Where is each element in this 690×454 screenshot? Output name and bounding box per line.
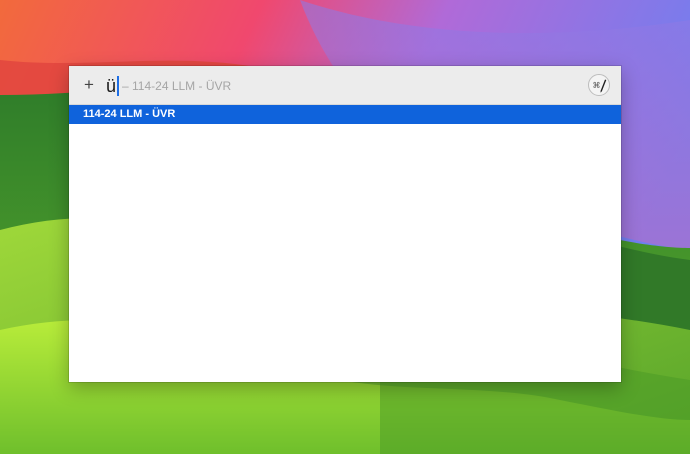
shortcut-key-icon[interactable]: ⌘ [587, 73, 611, 97]
search-query-text: ü [106, 75, 117, 96]
quick-entry-panel: + ü – 114-24 LLM - ÜVR ⌘ 114-24 LLM - ÜV… [69, 66, 621, 382]
search-input[interactable]: ü – 114-24 LLM - ÜVR [106, 74, 231, 98]
autocomplete-suggestion: – 114-24 LLM - ÜVR [122, 79, 232, 93]
svg-text:⌘: ⌘ [593, 81, 601, 90]
search-bar: + ü – 114-24 LLM - ÜVR ⌘ [69, 66, 621, 105]
list-item[interactable]: 114-24 LLM - ÜVR [69, 105, 621, 124]
add-button[interactable]: + [79, 75, 99, 95]
text-caret [117, 76, 120, 96]
results-list: 114-24 LLM - ÜVR [69, 105, 621, 124]
